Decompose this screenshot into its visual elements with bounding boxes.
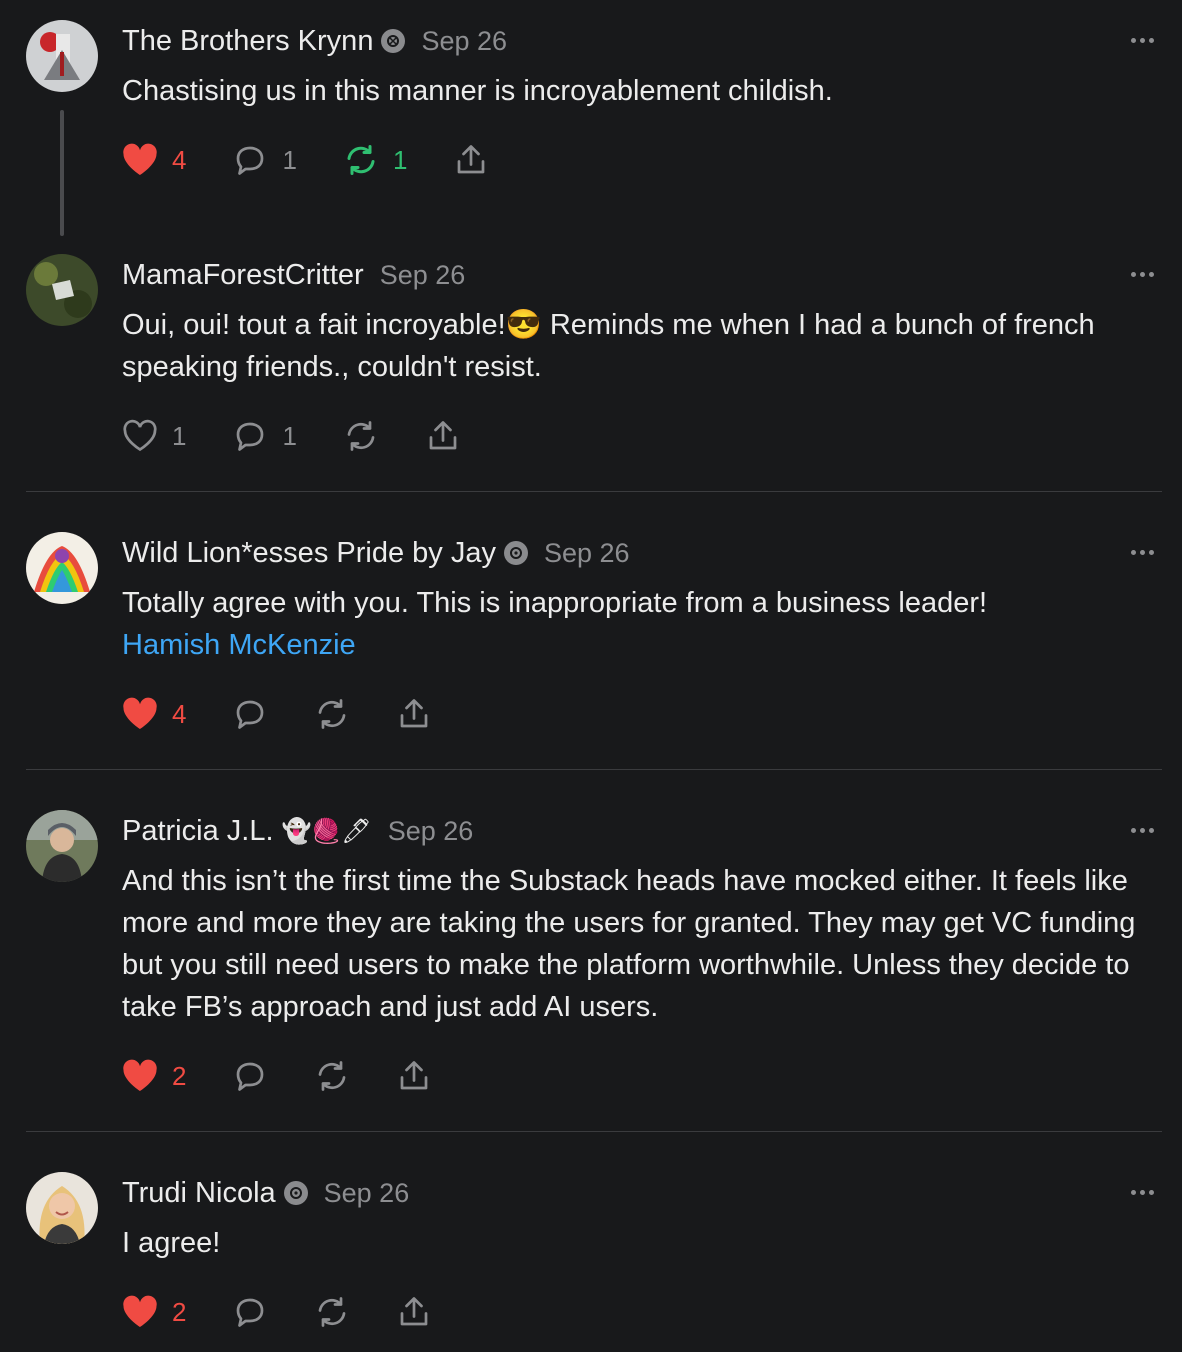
restack-icon bbox=[319, 1061, 346, 1091]
comment-text: I agree! bbox=[122, 1227, 221, 1259]
comment-date[interactable]: Sep 26 bbox=[421, 26, 507, 57]
author-name[interactable]: Wild Lion*esses Pride by Jay bbox=[122, 537, 496, 570]
comment-date[interactable]: Sep 26 bbox=[324, 1178, 410, 1209]
restack-button[interactable] bbox=[314, 1294, 350, 1330]
avatar[interactable] bbox=[26, 254, 98, 326]
heart-icon bbox=[123, 143, 157, 175]
more-icon[interactable] bbox=[1131, 1190, 1154, 1195]
share-button[interactable] bbox=[396, 696, 432, 732]
heart-icon bbox=[123, 1059, 157, 1091]
share-icon bbox=[401, 1297, 428, 1326]
heart-icon bbox=[123, 419, 157, 452]
author-name[interactable]: Patricia J.L. bbox=[122, 815, 274, 848]
comment-date[interactable]: Sep 26 bbox=[388, 816, 474, 847]
comment-text: Chastising us in this manner is incroyab… bbox=[122, 75, 833, 107]
restack-count: 1 bbox=[392, 144, 408, 175]
like-count: 2 bbox=[172, 1060, 187, 1091]
like-button[interactable]: 4 bbox=[122, 697, 186, 731]
share-button[interactable] bbox=[396, 1058, 432, 1094]
like-count: 1 bbox=[172, 420, 187, 451]
reply-button[interactable] bbox=[232, 696, 268, 732]
heart-icon bbox=[123, 1295, 157, 1327]
thread-line bbox=[60, 110, 64, 236]
comment-date[interactable]: Sep 26 bbox=[544, 538, 630, 569]
comment-icon bbox=[237, 146, 264, 175]
share-icon bbox=[429, 421, 457, 450]
comment-icon bbox=[237, 422, 264, 451]
restack-icon bbox=[347, 145, 375, 175]
more-icon[interactable] bbox=[1131, 828, 1154, 833]
avatar[interactable] bbox=[26, 20, 98, 92]
author-emojis: 👻🧶🖊 bbox=[281, 817, 372, 845]
like-button[interactable]: 1 bbox=[122, 419, 186, 453]
divider bbox=[26, 1131, 1162, 1132]
comment-text-content: Totally agree with you. This is inapprop… bbox=[122, 587, 988, 619]
share-button[interactable] bbox=[453, 142, 489, 178]
author-name[interactable]: The Brothers Krynn bbox=[122, 25, 373, 58]
badge-icon bbox=[381, 29, 406, 53]
share-button[interactable] bbox=[396, 1294, 432, 1330]
comment-icon bbox=[237, 700, 264, 729]
share-icon bbox=[401, 699, 428, 728]
badge-icon bbox=[503, 541, 528, 565]
heart-icon bbox=[123, 697, 157, 729]
author-name[interactable]: MamaForestCritter bbox=[122, 259, 364, 292]
avatar[interactable] bbox=[26, 532, 98, 604]
reply-button[interactable]: 1 bbox=[232, 142, 297, 178]
like-count: 4 bbox=[172, 698, 187, 729]
badge-icon bbox=[283, 1181, 308, 1205]
mention-link[interactable]: Hamish McKenzie bbox=[122, 624, 1158, 666]
restack-icon bbox=[319, 699, 346, 729]
like-count: 2 bbox=[172, 1296, 187, 1327]
comment-icon bbox=[237, 1062, 264, 1091]
avatar[interactable] bbox=[26, 1172, 98, 1244]
divider bbox=[26, 491, 1162, 492]
comment-text: Oui, oui! tout a fait incroyable!😎 Remin… bbox=[122, 309, 1095, 383]
reply-button[interactable] bbox=[232, 1294, 268, 1330]
restack-button[interactable] bbox=[343, 418, 379, 454]
share-icon bbox=[401, 1061, 428, 1090]
author-name[interactable]: Trudi Nicola bbox=[122, 1177, 276, 1210]
more-icon[interactable] bbox=[1131, 550, 1154, 555]
like-count: 4 bbox=[172, 144, 187, 175]
share-button[interactable] bbox=[425, 418, 461, 454]
share-icon bbox=[458, 145, 485, 174]
comment-text: Totally agree with you. This is inapprop… bbox=[122, 582, 1158, 666]
reply-count: 1 bbox=[282, 420, 297, 451]
comment-text: And this isn’t the first time the Substa… bbox=[122, 865, 1136, 1023]
comment-icon bbox=[237, 1298, 264, 1327]
like-button[interactable]: 4 bbox=[122, 143, 186, 177]
restack-button[interactable]: 1 bbox=[343, 142, 407, 178]
reply-button[interactable] bbox=[232, 1058, 268, 1094]
reply-count: 1 bbox=[282, 144, 297, 175]
like-button[interactable]: 2 bbox=[122, 1059, 186, 1093]
restack-button[interactable] bbox=[314, 1058, 350, 1094]
reply-button[interactable]: 1 bbox=[232, 418, 297, 454]
restack-button[interactable] bbox=[314, 696, 350, 732]
restack-icon bbox=[319, 1297, 346, 1327]
more-icon[interactable] bbox=[1131, 38, 1154, 43]
avatar[interactable] bbox=[26, 810, 98, 882]
more-icon[interactable] bbox=[1131, 272, 1154, 277]
restack-icon bbox=[347, 421, 375, 451]
like-button[interactable]: 2 bbox=[122, 1295, 186, 1329]
divider bbox=[26, 769, 1162, 770]
comment-date[interactable]: Sep 26 bbox=[380, 260, 466, 291]
